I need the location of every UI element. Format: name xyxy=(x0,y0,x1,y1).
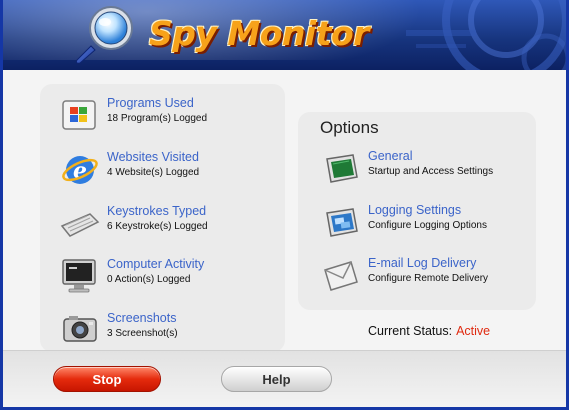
magnifier-logo-icon xyxy=(75,6,133,64)
internet-explorer-icon: e xyxy=(62,156,98,184)
email-envelope-icon xyxy=(324,261,358,291)
option-item-label: E-mail Log Delivery xyxy=(368,256,477,270)
log-item-keystrokes-typed[interactable]: Keystrokes Typed 6 Keystroke(s) Logged xyxy=(60,204,280,248)
camera-icon xyxy=(63,316,97,342)
log-item-label: Computer Activity xyxy=(107,257,205,271)
windows-programs-icon xyxy=(62,100,96,130)
logging-settings-icon xyxy=(326,208,358,237)
option-item-label: Logging Settings xyxy=(368,203,462,217)
option-item-label: General xyxy=(368,149,413,163)
option-item-email-log-delivery[interactable]: E-mail Log Delivery Configure Remote Del… xyxy=(321,256,531,300)
log-item-count: 0 Action(s) Logged xyxy=(107,274,191,285)
keyboard-icon xyxy=(60,213,100,237)
status-label: Current Status: xyxy=(368,324,453,338)
log-item-count: 3 Screenshot(s) xyxy=(107,328,178,339)
options-heading: Options xyxy=(320,118,379,137)
log-item-label: Screenshots xyxy=(107,311,177,325)
log-item-computer-activity[interactable]: Computer Activity 0 Action(s) Logged xyxy=(60,257,280,301)
log-item-programs-used[interactable]: Programs Used 18 Program(s) Logged xyxy=(60,96,280,140)
log-item-label: Programs Used xyxy=(107,96,194,110)
option-item-detail: Startup and Access Settings xyxy=(368,166,494,177)
log-item-label: Keystrokes Typed xyxy=(107,204,207,218)
log-item-count: 18 Program(s) Logged xyxy=(107,113,208,124)
header-decoration-icon xyxy=(406,0,566,70)
log-item-screenshots[interactable]: Screenshots 3 Screenshot(s) xyxy=(60,311,280,355)
option-item-general[interactable]: General Startup and Access Settings xyxy=(321,149,531,193)
app-title: Spy Monitor xyxy=(149,14,369,53)
window-border-left xyxy=(0,0,3,410)
option-item-detail: Configure Logging Options xyxy=(368,220,487,231)
help-button[interactable]: Help xyxy=(221,366,332,392)
log-item-count: 6 Keystroke(s) Logged xyxy=(107,221,208,232)
monitor-icon xyxy=(62,259,96,293)
log-item-websites-visited[interactable]: e Websites Visited 4 Website(s) Logged xyxy=(60,150,280,194)
option-item-detail: Configure Remote Delivery xyxy=(368,273,489,284)
log-item-count: 4 Website(s) Logged xyxy=(107,167,200,178)
spy-monitor-window: Spy Monitor Programs Used 18 Program(s) … xyxy=(3,0,566,407)
option-item-logging-settings[interactable]: Logging Settings Configure Logging Optio… xyxy=(321,203,531,247)
log-item-label: Websites Visited xyxy=(107,150,199,164)
stop-button[interactable]: Stop xyxy=(53,366,161,392)
header-banner: Spy Monitor xyxy=(3,0,566,70)
current-status: Current Status: Active xyxy=(368,324,490,338)
general-settings-icon xyxy=(326,154,358,183)
status-value: Active xyxy=(456,324,491,338)
